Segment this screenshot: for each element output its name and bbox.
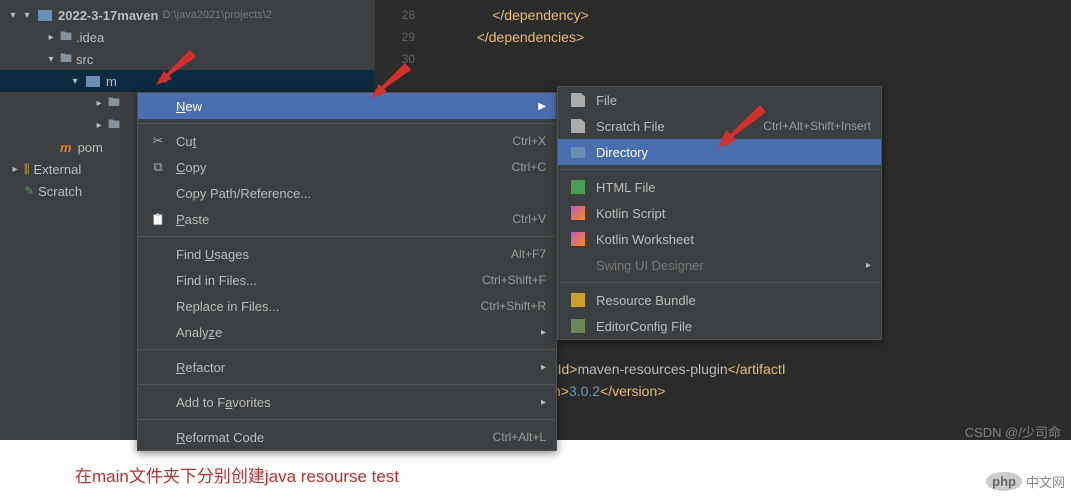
folder-icon	[38, 10, 52, 21]
menu-shortcut: Ctrl+Alt+L	[493, 430, 546, 444]
php-badge-icon: php	[986, 472, 1022, 491]
new-submenu[interactable]: File Scratch File Ctrl+Alt+Shift+Insert …	[557, 86, 882, 340]
menu-separator	[138, 123, 556, 124]
menu-separator	[558, 282, 881, 283]
folder-icon	[571, 147, 585, 158]
tree-item-label: pom	[78, 140, 103, 155]
expand-icon[interactable]: ▾	[8, 10, 18, 21]
folder-icon: 🖿	[108, 93, 120, 114]
scratch-file-icon	[571, 119, 585, 133]
html-file-icon	[571, 180, 585, 194]
menu-find-in-files[interactable]: Find in Files... Ctrl+Shift+F	[138, 267, 556, 293]
submenu-arrow-icon: ▸	[541, 362, 546, 373]
submenu-swing[interactable]: Swing UI Designer ▸	[558, 252, 881, 278]
collapse-icon[interactable]: ▸	[94, 120, 104, 131]
menu-reformat[interactable]: Reformat Code Ctrl+Alt+L	[138, 424, 556, 450]
library-icon: ⫼	[24, 162, 30, 177]
submenu-arrow-icon: ▶	[538, 101, 546, 112]
menu-separator	[138, 384, 556, 385]
menu-shortcut: Ctrl+V	[512, 212, 546, 226]
collapse-icon[interactable]: ▸	[10, 164, 20, 175]
folder-icon: 🖿	[60, 49, 72, 70]
menu-new[interactable]: New ▶	[138, 93, 556, 119]
expand-icon[interactable]: ▾	[70, 76, 80, 87]
submenu-file[interactable]: File	[558, 87, 881, 113]
submenu-editorconfig[interactable]: EditorConfig File	[558, 313, 881, 339]
site-logo: php 中文网	[986, 472, 1065, 491]
menu-separator	[138, 419, 556, 420]
project-name: 2022-3-17maven	[58, 8, 158, 23]
maven-icon: m	[60, 140, 72, 155]
menu-copy[interactable]: Copy Ctrl+C	[138, 154, 556, 180]
collapse-icon[interactable]: ▸	[94, 98, 104, 109]
cut-icon	[150, 133, 166, 149]
tree-main-row[interactable]: ▾ m	[0, 70, 375, 92]
tree-idea-row[interactable]: ▸ 🖿 .idea	[0, 26, 375, 48]
line-number: 30	[375, 52, 430, 66]
kotlin-icon	[571, 206, 585, 220]
menu-shortcut: Alt+F7	[511, 247, 546, 261]
module-folder-icon	[86, 76, 100, 87]
menu-shortcut: Ctrl+Shift+R	[481, 299, 546, 313]
code-line: 30	[375, 48, 1071, 70]
tree-item-label: m	[106, 74, 117, 89]
logo-text: 中文网	[1026, 472, 1065, 491]
project-root-row[interactable]: ▾ ▾ 2022-3-17maven D:\java2021\projects\…	[0, 4, 375, 26]
paste-icon	[150, 213, 166, 226]
file-icon	[571, 93, 585, 107]
line-number: 29	[375, 30, 430, 44]
tree-src-row[interactable]: ▾ 🖿 src	[0, 48, 375, 70]
code-line: 29 </dependencies>	[375, 26, 1071, 48]
menu-separator	[138, 236, 556, 237]
menu-shortcut: Ctrl+Alt+Shift+Insert	[763, 119, 871, 133]
menu-shortcut: Ctrl+Shift+F	[482, 273, 546, 287]
menu-add-favorites[interactable]: Add to Favorites ▸	[138, 389, 556, 415]
menu-copy-path[interactable]: Copy Path/Reference...	[138, 180, 556, 206]
annotation-text: 在main文件夹下分别创建java resourse test	[75, 462, 399, 487]
submenu-arrow-icon: ▸	[866, 260, 871, 271]
menu-refactor[interactable]: Refactor ▸	[138, 354, 556, 380]
submenu-directory[interactable]: Directory	[558, 139, 881, 165]
folder-icon: 🖿	[60, 27, 72, 48]
tree-item-label: src	[76, 52, 93, 67]
submenu-resource-bundle[interactable]: Resource Bundle	[558, 287, 881, 313]
expand-icon: ▾	[22, 10, 32, 21]
menu-cut[interactable]: Cut Ctrl+X	[138, 128, 556, 154]
resource-icon	[571, 293, 585, 307]
scratch-icon: ✎	[24, 184, 34, 198]
menu-separator	[558, 169, 881, 170]
copy-icon	[150, 159, 166, 175]
submenu-arrow-icon: ▸	[541, 327, 546, 338]
submenu-kotlin-script[interactable]: Kotlin Script	[558, 200, 881, 226]
menu-paste[interactable]: Paste Ctrl+V	[138, 206, 556, 232]
tree-item-label: Scratch	[38, 184, 82, 199]
kotlin-icon	[571, 232, 585, 246]
menu-shortcut: Ctrl+X	[512, 134, 546, 148]
menu-separator	[138, 349, 556, 350]
folder-icon: 🖿	[108, 115, 120, 136]
line-number: 28	[375, 8, 430, 22]
expand-icon[interactable]: ▾	[46, 54, 56, 65]
tree-item-label: External	[34, 162, 82, 177]
tree-item-label: .idea	[76, 30, 104, 45]
menu-shortcut: Ctrl+C	[512, 160, 546, 174]
submenu-kotlin-worksheet[interactable]: Kotlin Worksheet	[558, 226, 881, 252]
menu-analyze[interactable]: Analyze ▸	[138, 319, 556, 345]
config-icon	[571, 319, 585, 333]
menu-replace-in-files[interactable]: Replace in Files... Ctrl+Shift+R	[138, 293, 556, 319]
project-path: D:\java2021\projects\2	[162, 9, 271, 21]
collapse-icon[interactable]: ▸	[46, 32, 56, 43]
code-line: 28 </dependency>	[375, 4, 1071, 26]
submenu-html-file[interactable]: HTML File	[558, 174, 881, 200]
watermark-text: CSDN @/少司命	[965, 422, 1061, 441]
submenu-arrow-icon: ▸	[541, 397, 546, 408]
menu-find-usages[interactable]: Find Usages Alt+F7	[138, 241, 556, 267]
context-menu[interactable]: New ▶ Cut Ctrl+X Copy Ctrl+C Copy Path/R…	[137, 92, 557, 451]
submenu-scratch-file[interactable]: Scratch File Ctrl+Alt+Shift+Insert	[558, 113, 881, 139]
